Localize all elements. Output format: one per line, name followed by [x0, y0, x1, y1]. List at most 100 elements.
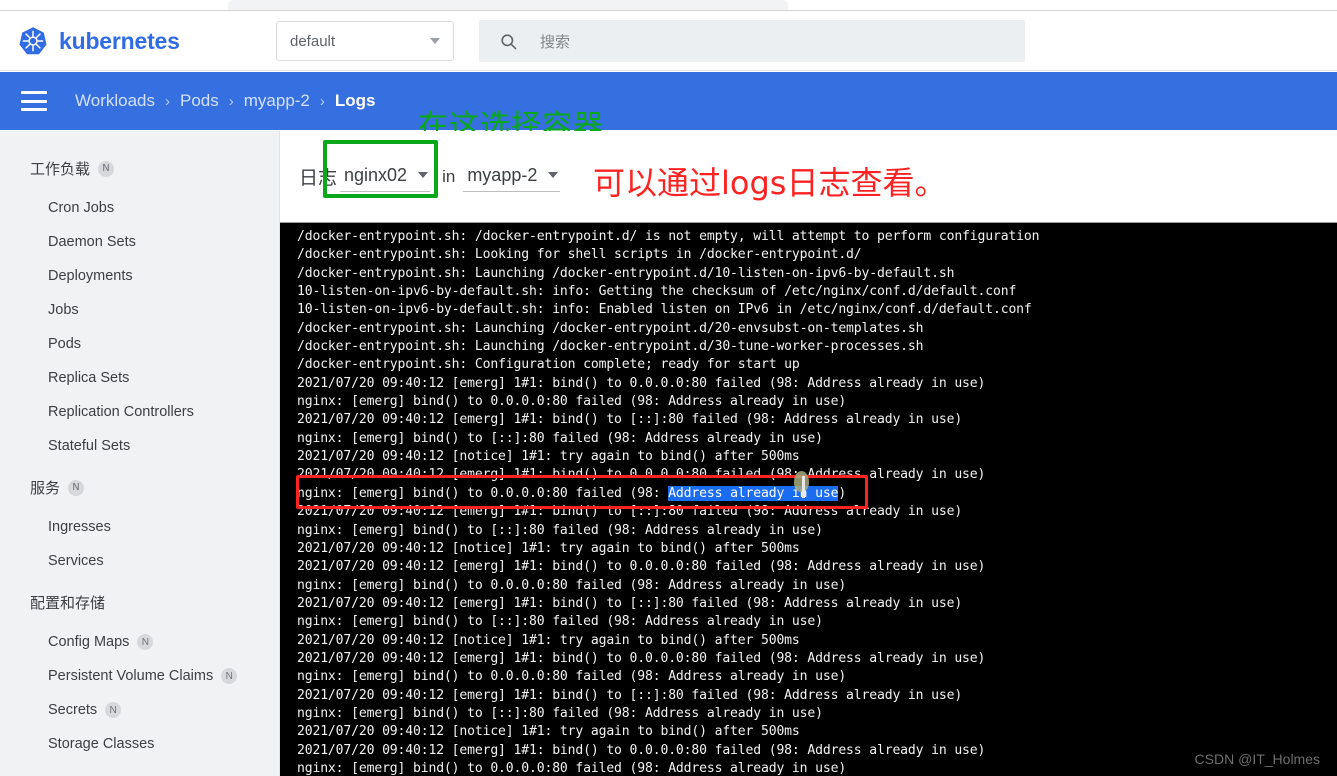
chevron-down-icon: [548, 172, 559, 178]
logs-toolbar-label: 日志: [299, 167, 338, 189]
breadcrumb: Workloads › Pods › myapp-2 › Logs: [75, 91, 376, 111]
brand-logo-area[interactable]: kubernetes: [18, 26, 268, 56]
browser-chrome-strip: [0, 0, 1337, 11]
log-line: 2021/07/20 09:40:12 [notice] 1#1: try ag…: [297, 540, 800, 556]
kubernetes-wheel-icon: [19, 27, 47, 55]
log-line: 2021/07/20 09:40:12 [emerg] 1#1: bind() …: [297, 595, 963, 611]
log-line: nginx: [emerg] bind() to [::]:80 failed …: [297, 430, 823, 446]
sidebar-group-title: 配置和存储: [0, 592, 279, 613]
sidebar-item-pods[interactable]: Pods: [0, 327, 279, 361]
sidebar-item-config-maps[interactable]: Config Maps N: [0, 625, 279, 659]
sidebar-item-label: Config Maps: [48, 634, 130, 650]
sidebar-item-ingresses[interactable]: Ingresses: [0, 510, 279, 544]
main-content: 日志 nginx02 in myapp-2 可以通过logs日志查看。 /doc…: [280, 131, 1337, 776]
log-line: 2021/07/20 09:40:12 [emerg] 1#1: bind() …: [297, 742, 986, 758]
breadcrumb-item-myapp-2[interactable]: myapp-2: [244, 91, 310, 111]
log-line: 2021/07/20 09:40:12 [emerg] 1#1: bind() …: [297, 412, 963, 428]
namespace-badge: N: [105, 702, 122, 718]
breadcrumb-item-logs: Logs: [334, 91, 376, 110]
breadcrumb-bar: Workloads › Pods › myapp-2 › Logs: [0, 72, 1337, 130]
sidebar-group-spacer: [0, 761, 279, 775]
sidebar-item-stateful-sets[interactable]: Stateful Sets: [0, 429, 279, 463]
search-icon: [501, 33, 517, 49]
log-line: 2021/07/20 09:40:12 [emerg] 1#1: bind() …: [297, 467, 986, 483]
namespace-selector[interactable]: default: [276, 21, 454, 61]
log-line: 2021/07/20 09:40:12 [notice] 1#1: try ag…: [297, 632, 800, 648]
breadcrumb-separator: ›: [165, 92, 170, 110]
sidebar-group-spacer: [0, 463, 279, 477]
sidebar-item-deployments[interactable]: Deployments: [0, 259, 279, 293]
sidebar-item-cron-jobs[interactable]: Cron Jobs: [0, 191, 279, 225]
log-line: /docker-entrypoint.sh: Launching /docker…: [297, 265, 955, 281]
chevron-down-icon: [430, 38, 440, 44]
log-line: nginx: [emerg] bind() to 0.0.0.0:80 fail…: [297, 669, 847, 685]
hamburger-menu-icon[interactable]: [21, 91, 47, 111]
sidebar-item-daemon-sets[interactable]: Daemon Sets: [0, 225, 279, 259]
browser-tab[interactable]: [228, 0, 788, 10]
sidebar-item-label: Storage Classes: [48, 736, 155, 752]
sidebar-item-services[interactable]: Services: [0, 544, 279, 578]
namespace-badge: N: [68, 479, 85, 496]
search-placeholder: 搜索: [540, 33, 571, 51]
sidebar-group-label: 配置和存储: [30, 594, 106, 612]
namespace-selector-value: default: [290, 32, 336, 50]
sidebar-item-label: Daemon Sets: [48, 234, 136, 250]
sidebar-item-label: Ingresses: [48, 519, 111, 535]
log-line: /docker-entrypoint.sh: /docker-entrypoin…: [297, 229, 1040, 244]
log-text-selection: Address already in use: [668, 485, 839, 501]
brand-name: kubernetes: [59, 27, 180, 54]
breadcrumb-item-pods[interactable]: Pods: [180, 91, 219, 111]
sidebar-item-label: Secrets: [48, 702, 98, 718]
container-selector-value: nginx02: [344, 164, 408, 185]
log-line: nginx: [emerg] bind() to [::]:80 failed …: [297, 614, 823, 630]
sidebar-item-label: Pods: [48, 336, 82, 352]
container-selector[interactable]: nginx02: [340, 162, 431, 192]
kubernetes-dashboard-page: kubernetes default 搜索 Workloads › Pods › mya…: [0, 0, 1337, 776]
log-line: 2021/07/20 09:40:12 [emerg] 1#1: bind() …: [297, 504, 963, 520]
top-app-bar: kubernetes default 搜索: [0, 12, 1337, 71]
pod-selector-value: myapp-2: [467, 164, 538, 185]
sidebar-item-label: Services: [48, 553, 104, 569]
namespace-badge: N: [98, 160, 115, 177]
breadcrumb-separator: ›: [228, 92, 234, 110]
log-line: nginx: [emerg] bind() to [::]:80 failed …: [297, 705, 823, 721]
sidebar-item-replica-sets[interactable]: Replica Sets: [0, 361, 279, 395]
sidebar-nav: 工作负载 N Cron Jobs Daemon Sets Deployments Jobs…: [0, 131, 280, 776]
log-line: 2021/07/20 09:40:12 [notice] 1#1: try ag…: [297, 724, 800, 740]
sidebar-item-secrets[interactable]: Secrets N: [0, 693, 279, 727]
sidebar-item-persistent-volume-claims[interactable]: Persistent Volume Claims N: [0, 659, 279, 693]
log-line: 2021/07/20 09:40:12 [emerg] 1#1: bind() …: [297, 559, 986, 575]
namespace-badge: N: [137, 634, 154, 650]
log-console[interactable]: /docker-entrypoint.sh: /docker-entrypoin…: [280, 222, 1337, 776]
log-line: nginx: [emerg] bind() to 0.0.0.0:80 fail…: [297, 760, 847, 776]
sidebar-item-label: Persistent Volume Claims: [48, 668, 214, 684]
search-input[interactable]: 搜索: [479, 20, 1025, 62]
container-selector-wrap: nginx02: [323, 139, 439, 198]
log-line: 2021/07/20 09:40:12 [emerg] 1#1: bind() …: [297, 650, 986, 666]
annotation-red-toolbar-note: 可以通过logs日志查看。: [593, 164, 947, 202]
sidebar-item-label: Deployments: [48, 268, 133, 284]
log-line: nginx: [emerg] bind() to 0.0.0.0:80 fail…: [297, 394, 847, 410]
sidebar-item-label: Cron Jobs: [48, 200, 115, 216]
sidebar-group-title: 工作负载 N: [0, 158, 279, 179]
sidebar-group-label: 服务: [30, 479, 61, 497]
in-word-label: in: [442, 166, 456, 186]
sidebar-item-storage-classes[interactable]: Storage Classes: [0, 727, 279, 761]
pod-selector[interactable]: myapp-2: [463, 162, 561, 192]
log-line: /docker-entrypoint.sh: Looking for shell…: [297, 247, 862, 263]
breadcrumb-separator: ›: [319, 92, 325, 110]
log-line: 10-listen-on-ipv6-by-default.sh: info: E…: [297, 302, 1032, 318]
sidebar-item-jobs[interactable]: Jobs: [0, 293, 279, 327]
sidebar-group-spacer: [0, 578, 279, 592]
log-line: 2021/07/20 09:40:12 [emerg] 1#1: bind() …: [297, 687, 963, 703]
sidebar-item-replication-controllers[interactable]: Replication Controllers: [0, 395, 279, 429]
breadcrumb-item-workloads[interactable]: Workloads: [75, 91, 155, 111]
log-line: /docker-entrypoint.sh: Configuration com…: [297, 357, 800, 373]
logs-toolbar: 日志 nginx02 in myapp-2 可以通过logs日志查看。: [280, 131, 1337, 222]
log-line: /docker-entrypoint.sh: Launching /docker…: [297, 320, 924, 336]
sidebar-item-label: Jobs: [48, 302, 79, 318]
log-line-text-tail: ): [838, 485, 847, 501]
sidebar-item-label: Replication Controllers: [48, 404, 194, 420]
sidebar-item-label: Stateful Sets: [48, 438, 131, 454]
log-line: nginx: [emerg] bind() to [::]:80 failed …: [297, 522, 823, 538]
